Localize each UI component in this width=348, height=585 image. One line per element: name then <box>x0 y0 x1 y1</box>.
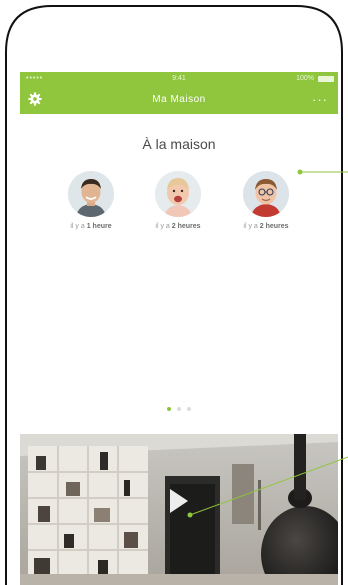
play-icon[interactable] <box>170 489 188 513</box>
avatar <box>155 171 201 217</box>
last-seen-label: il y a 2 heures <box>155 223 201 230</box>
girl-portrait-icon <box>155 171 201 217</box>
boy-portrait-icon <box>243 171 289 217</box>
status-bar: ••••• 9:41 100% <box>20 72 338 86</box>
status-time: 9:41 <box>172 75 186 82</box>
person-card[interactable]: il y a 1 heure <box>51 171 131 230</box>
battery-icon <box>318 76 334 82</box>
person-card[interactable]: il y a 2 heures <box>226 171 306 230</box>
page-dot-active[interactable] <box>167 407 171 411</box>
last-seen-label: il y a 2 heures <box>243 223 289 230</box>
camera-video-preview[interactable] <box>20 434 338 585</box>
more-options-button[interactable]: ··· <box>312 92 328 107</box>
last-seen-label: il y a 1 heure <box>70 223 112 230</box>
section-title: À la maison <box>142 136 216 152</box>
page-dot[interactable] <box>187 407 191 411</box>
avatar <box>243 171 289 217</box>
man-portrait-icon <box>68 171 114 217</box>
avatar <box>68 171 114 217</box>
page-dot[interactable] <box>177 407 181 411</box>
person-card[interactable]: il y a 2 heures <box>138 171 218 230</box>
phone-screen: ••••• 9:41 100% Ma Maison ··· À la maiso… <box>20 72 338 585</box>
app-header: Ma Maison ··· <box>20 86 338 114</box>
battery-percent: 100% <box>296 75 314 82</box>
page-indicator <box>20 407 338 411</box>
page-title: Ma Maison <box>152 94 206 105</box>
